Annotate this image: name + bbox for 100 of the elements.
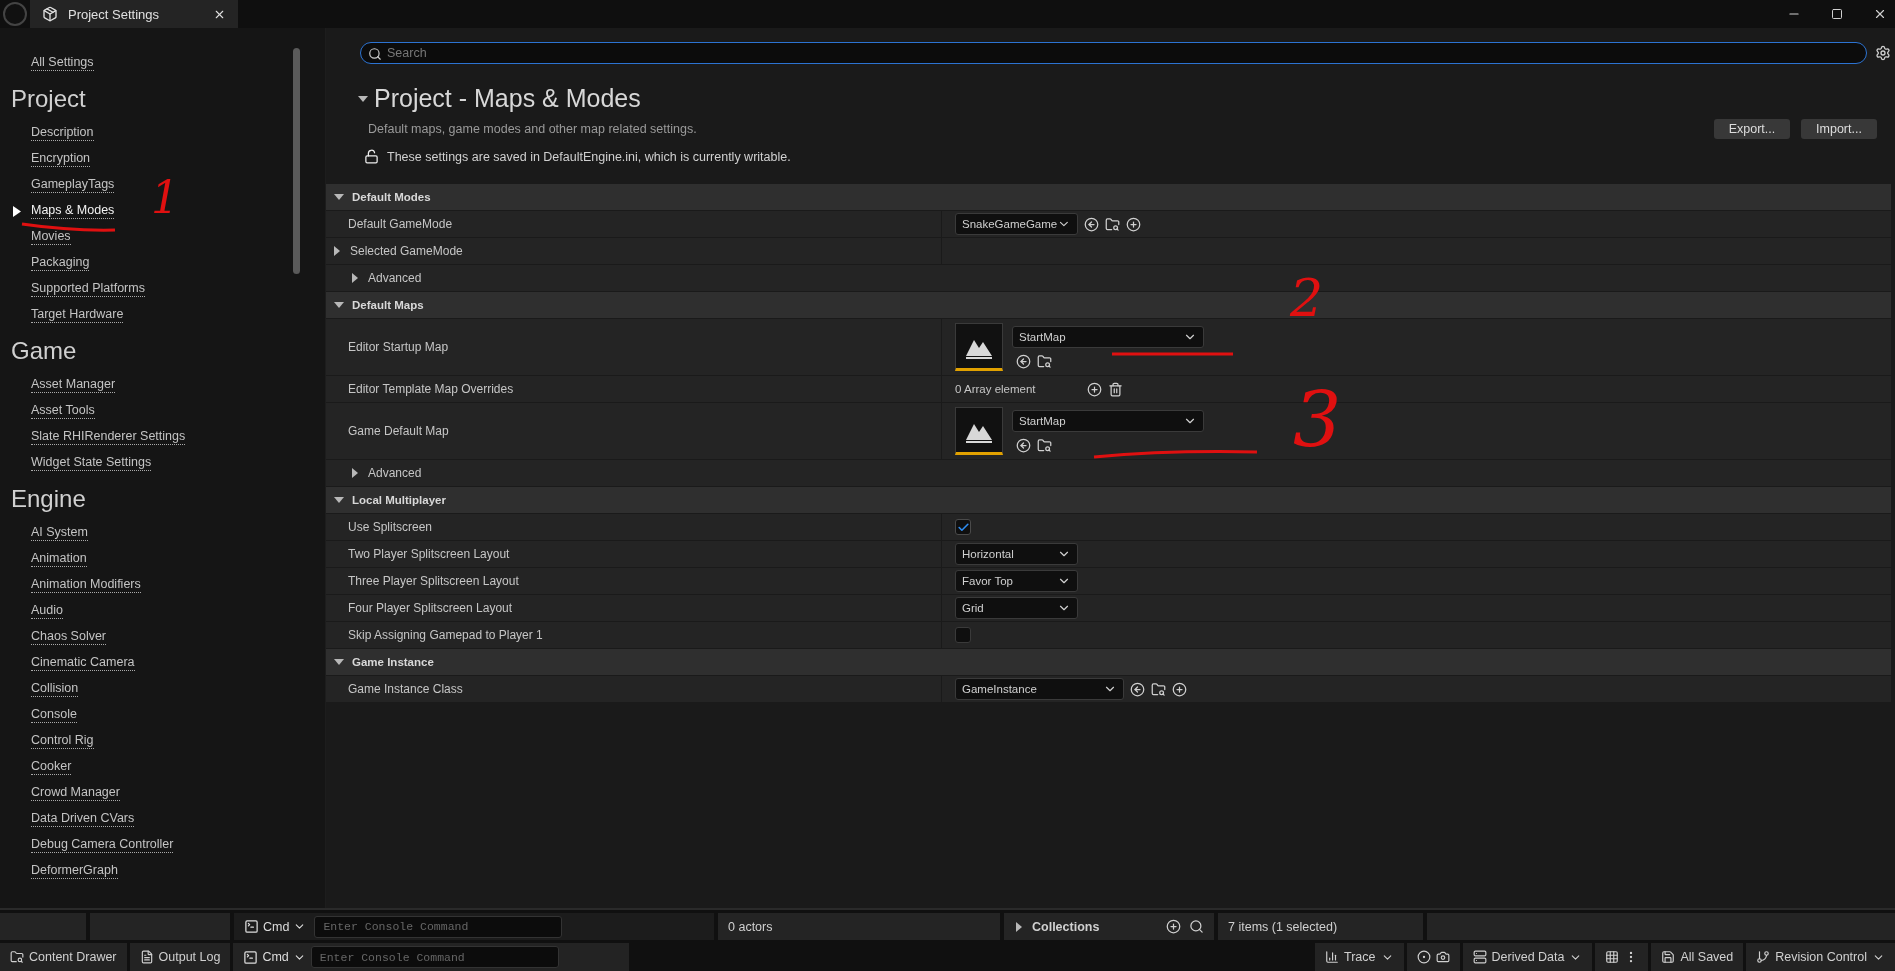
sidebar-item[interactable]: AI System xyxy=(31,525,88,541)
dropdown[interactable]: Grid xyxy=(955,597,1078,619)
expand-icon[interactable] xyxy=(350,468,360,478)
sidebar-item[interactable]: Supported Platforms xyxy=(31,281,145,297)
add-icon[interactable] xyxy=(1126,216,1141,232)
expand-icon[interactable] xyxy=(350,273,360,283)
checkbox[interactable] xyxy=(955,519,971,535)
property-label[interactable]: Selected GameMode xyxy=(350,244,463,258)
collections-label[interactable]: Collections xyxy=(1032,919,1100,934)
sidebar-item[interactable]: Cinematic Camera xyxy=(31,655,135,671)
sidebar-item[interactable]: Slate RHIRenderer Settings xyxy=(31,429,186,445)
use-selected-icon[interactable] xyxy=(1016,353,1031,369)
sidebar-item[interactable]: Target Hardware xyxy=(31,307,124,323)
search-icon[interactable] xyxy=(1189,919,1204,934)
expand-icon[interactable] xyxy=(334,300,344,310)
terminal-icon xyxy=(244,919,259,934)
settings-box-icon xyxy=(42,6,58,22)
category-header[interactable]: Local Multiplayer xyxy=(326,487,1891,514)
close-icon[interactable] xyxy=(1873,7,1887,21)
scrollbar-thumb[interactable] xyxy=(293,48,300,274)
search-field[interactable]: Search xyxy=(360,42,1867,64)
property-label: Editor Template Map Overrides xyxy=(348,382,514,396)
sidebar-item[interactable]: Description xyxy=(31,125,94,141)
grid-icon[interactable] xyxy=(1605,950,1620,964)
add-icon[interactable] xyxy=(1087,381,1102,397)
sidebar-heading: Game xyxy=(11,337,78,365)
sidebar-item[interactable]: Asset Tools xyxy=(31,403,95,419)
collapse-icon[interactable] xyxy=(358,93,368,104)
browse-folder-icon[interactable] xyxy=(1037,437,1052,453)
action-button[interactable]: Import... xyxy=(1801,119,1877,139)
trash-icon[interactable] xyxy=(1108,381,1123,397)
expand-icon[interactable] xyxy=(1014,921,1024,932)
dropdown[interactable]: Favor Top xyxy=(955,570,1078,592)
add-icon[interactable] xyxy=(1172,681,1187,697)
sidebar-item[interactable]: Audio xyxy=(31,603,63,619)
sidebar-item[interactable]: Debug Camera Controller xyxy=(31,837,174,853)
sidebar-item[interactable]: Crowd Manager xyxy=(31,785,120,801)
output-log-button[interactable]: Output Log xyxy=(129,943,231,971)
category-header[interactable]: Default Modes xyxy=(326,184,1891,211)
sidebar-item[interactable]: Packaging xyxy=(31,255,90,271)
cmd-dropdown[interactable]: Cmd xyxy=(243,949,306,965)
sidebar-item[interactable]: Collision xyxy=(31,681,79,697)
derived-data-button[interactable]: Derived Data xyxy=(1462,943,1593,971)
property-label: Game Instance Class xyxy=(348,682,463,696)
sidebar-item[interactable]: Control Rig xyxy=(31,733,94,749)
asset-dropdown[interactable]: StartMap xyxy=(1012,409,1204,432)
sidebar-item[interactable]: Widget State Settings xyxy=(31,455,152,471)
advanced-toggle[interactable]: Advanced xyxy=(368,271,422,285)
property-label: Editor Startup Map xyxy=(348,340,449,354)
dropdown[interactable]: Horizontal xyxy=(955,543,1078,565)
action-button[interactable]: Export... xyxy=(1714,119,1790,139)
use-selected-icon[interactable] xyxy=(1130,681,1145,697)
page-title: Project - Maps & Modes xyxy=(374,84,641,113)
console-field[interactable]: Enter Console Command xyxy=(310,946,559,968)
revision-control-button[interactable]: Revision Control xyxy=(1746,943,1895,971)
camera-icon[interactable] xyxy=(1435,950,1450,964)
maximize-icon[interactable] xyxy=(1831,8,1843,20)
browse-folder-icon[interactable] xyxy=(1105,216,1120,232)
browse-folder-icon[interactable] xyxy=(1037,353,1052,369)
sidebar-item[interactable]: Console xyxy=(31,707,77,723)
content-drawer-button[interactable]: Content Drawer xyxy=(0,943,127,971)
class-dropdown[interactable]: GameInstance xyxy=(955,678,1124,700)
expand-icon[interactable] xyxy=(334,657,344,667)
record-icon[interactable] xyxy=(1416,950,1431,964)
sidebar-link[interactable]: All Settings xyxy=(31,55,94,71)
browse-folder-icon[interactable] xyxy=(1151,681,1166,697)
category-header[interactable]: Game Instance xyxy=(326,649,1891,676)
sidebar-item[interactable]: Animation Modifiers xyxy=(31,577,141,593)
sidebar-item[interactable]: Maps & Modes xyxy=(31,203,115,219)
save-status-button[interactable]: All Saved xyxy=(1651,943,1744,971)
cmd-dropdown[interactable]: Cmd xyxy=(244,919,307,934)
settings-icon[interactable] xyxy=(1875,45,1891,61)
expand-icon[interactable] xyxy=(332,246,342,256)
console-field[interactable]: Enter Console Command xyxy=(314,915,563,938)
add-icon[interactable] xyxy=(1166,919,1181,934)
expand-icon[interactable] xyxy=(334,495,344,505)
advanced-toggle[interactable]: Advanced xyxy=(368,466,422,480)
sidebar-item[interactable]: Movies xyxy=(31,229,71,245)
sidebar-item[interactable]: GameplayTags xyxy=(31,177,115,193)
use-selected-icon[interactable] xyxy=(1084,216,1099,232)
expand-icon[interactable] xyxy=(334,192,344,202)
branch-icon xyxy=(1756,950,1771,964)
sidebar-item[interactable]: Animation xyxy=(31,551,87,567)
tab[interactable]: Project Settings xyxy=(30,0,238,28)
class-dropdown[interactable]: SnakeGameGame xyxy=(955,213,1078,235)
sidebar-item[interactable]: Asset Manager xyxy=(31,377,116,393)
sidebar-item[interactable]: Chaos Solver xyxy=(31,629,107,645)
trace-dropdown[interactable]: Trace xyxy=(1315,943,1404,971)
sidebar-item[interactable]: Cooker xyxy=(31,759,72,775)
sidebar-item[interactable]: DeformerGraph xyxy=(31,863,118,879)
checkbox[interactable] xyxy=(955,627,971,643)
property-label: Two Player Splitscreen Layout xyxy=(348,547,510,561)
use-selected-icon[interactable] xyxy=(1016,437,1031,453)
folder-search-icon xyxy=(10,950,24,964)
sidebar-item[interactable]: Data Driven CVars xyxy=(31,811,135,827)
selected-marker-icon xyxy=(13,205,21,217)
asset-dropdown[interactable]: StartMap xyxy=(1012,325,1204,348)
annotation-number: 1 xyxy=(151,176,179,220)
document-icon xyxy=(139,950,154,964)
sidebar-item[interactable]: Encryption xyxy=(31,151,91,167)
